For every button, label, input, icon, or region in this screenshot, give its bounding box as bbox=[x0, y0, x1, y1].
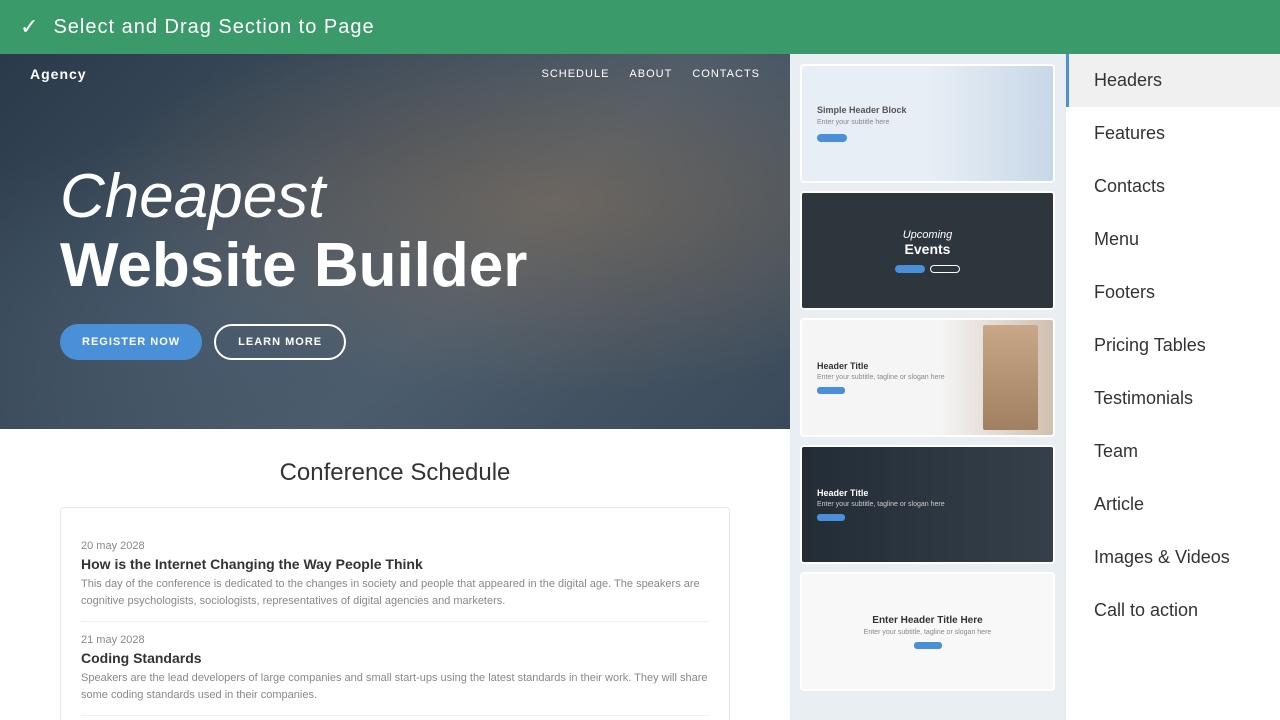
schedule-desc-2: Speakers are the lead developers of larg… bbox=[81, 670, 709, 703]
right-panel: Simple Header Block Enter your subtitle … bbox=[790, 54, 1280, 720]
learn-more-button[interactable]: LEARN MORE bbox=[214, 324, 346, 360]
thumb-5-btn bbox=[914, 642, 942, 649]
schedule-date-1: 20 may 2028 bbox=[81, 540, 709, 552]
category-item-team[interactable]: Team bbox=[1066, 425, 1280, 478]
thumb-2-subtitle: Events bbox=[905, 241, 951, 257]
category-item-images-videos[interactable]: Images & Videos bbox=[1066, 531, 1280, 584]
schedule-item-1: 20 may 2028 How is the Internet Changing… bbox=[81, 528, 709, 622]
thumbnail-image-5: Enter Header Title Here Enter your subti… bbox=[802, 574, 1053, 689]
category-item-footers[interactable]: Footers bbox=[1066, 266, 1280, 319]
thumbnail-card-1[interactable]: Simple Header Block Enter your subtitle … bbox=[800, 64, 1055, 183]
hero-content: Cheapest Website Builder REGISTER NOW LE… bbox=[60, 123, 527, 359]
thumbnail-card-5[interactable]: Enter Header Title Here Enter your subti… bbox=[800, 572, 1055, 691]
hero-nav-links: SCHEDULE ABOUT CONTACTS bbox=[542, 68, 761, 80]
category-item-pricing-tables[interactable]: Pricing Tables bbox=[1066, 319, 1280, 372]
category-item-headers[interactable]: Headers bbox=[1066, 54, 1280, 107]
category-column: Headers Features Contacts Menu Footers P… bbox=[1065, 54, 1280, 720]
hero-brand: Agency bbox=[30, 66, 87, 82]
thumbnail-image-3: Header Title Enter your subtitle, taglin… bbox=[802, 320, 1053, 435]
thumb-4-title: Header Title bbox=[817, 488, 1038, 498]
schedule-event-title-1: How is the Internet Changing the Way Peo… bbox=[81, 556, 709, 572]
thumb-1-btn bbox=[817, 134, 847, 142]
thumbnail-image-2: Upcoming Events bbox=[802, 193, 1053, 308]
nav-link-about[interactable]: ABOUT bbox=[629, 68, 672, 80]
hero-section: Agency SCHEDULE ABOUT CONTACTS Cheapest … bbox=[0, 54, 790, 429]
page-wrapper: ✓ Select and Drag Section to Page Agency… bbox=[0, 0, 1280, 720]
category-item-features[interactable]: Features bbox=[1066, 107, 1280, 160]
schedule-item-2: 21 may 2028 Coding Standards Speakers ar… bbox=[81, 622, 709, 716]
section-title: Conference Schedule bbox=[60, 459, 730, 487]
category-item-call-to-action[interactable]: Call to action bbox=[1066, 584, 1280, 637]
thumbnails-column[interactable]: Simple Header Block Enter your subtitle … bbox=[790, 54, 1065, 720]
thumb-1-title: Simple Header Block bbox=[817, 105, 1038, 115]
register-now-button[interactable]: REGISTER NOW bbox=[60, 324, 202, 360]
thumb-2-btn1 bbox=[895, 265, 925, 273]
thumbnail-card-4[interactable]: Header Title Enter your subtitle, taglin… bbox=[800, 445, 1055, 564]
schedule-desc-1: This day of the conference is dedicated … bbox=[81, 576, 709, 609]
nav-link-schedule[interactable]: SCHEDULE bbox=[542, 68, 610, 80]
check-icon: ✓ bbox=[20, 14, 38, 40]
hero-nav: Agency SCHEDULE ABOUT CONTACTS bbox=[0, 54, 790, 94]
thumbnail-image-1: Simple Header Block Enter your subtitle … bbox=[802, 66, 1053, 181]
hero-buttons: REGISTER NOW LEARN MORE bbox=[60, 324, 527, 360]
schedule-card: 20 may 2028 How is the Internet Changing… bbox=[60, 507, 730, 720]
thumb-2-btn2 bbox=[930, 265, 960, 273]
schedule-item-3: 22 may 2028 Advanced Development Tools W… bbox=[81, 716, 709, 720]
hero-title-bold: Website Builder bbox=[60, 232, 527, 300]
left-panel: Agency SCHEDULE ABOUT CONTACTS Cheapest … bbox=[0, 54, 790, 720]
thumbnail-image-4: Header Title Enter your subtitle, taglin… bbox=[802, 447, 1053, 562]
top-bar-title: Select and Drag Section to Page bbox=[53, 16, 374, 39]
content-section: Conference Schedule 20 may 2028 How is t… bbox=[0, 429, 790, 720]
thumb-4-btn bbox=[817, 514, 845, 521]
thumb-5-title: Enter Header Title Here bbox=[872, 615, 982, 626]
thumbnail-card-2[interactable]: Upcoming Events bbox=[800, 191, 1055, 310]
hero-title-italic: Cheapest bbox=[60, 163, 527, 231]
thumb-2-title: Upcoming bbox=[903, 229, 953, 241]
category-item-article[interactable]: Article bbox=[1066, 478, 1280, 531]
main-content: Agency SCHEDULE ABOUT CONTACTS Cheapest … bbox=[0, 54, 1280, 720]
schedule-date-2: 21 may 2028 bbox=[81, 634, 709, 646]
category-item-testimonials[interactable]: Testimonials bbox=[1066, 372, 1280, 425]
thumb-3-btn bbox=[817, 387, 845, 394]
schedule-event-title-2: Coding Standards bbox=[81, 650, 709, 666]
nav-link-contacts[interactable]: CONTACTS bbox=[692, 68, 760, 80]
top-bar: ✓ Select and Drag Section to Page bbox=[0, 0, 1280, 54]
category-item-menu[interactable]: Menu bbox=[1066, 213, 1280, 266]
thumb-5-subtitle: Enter your subtitle, tagline or slogan h… bbox=[864, 629, 992, 636]
thumb-3-person bbox=[983, 325, 1038, 430]
category-item-contacts[interactable]: Contacts bbox=[1066, 160, 1280, 213]
thumb-2-buttons bbox=[895, 265, 960, 273]
thumb-1-subtitle: Enter your subtitle here bbox=[817, 119, 1038, 126]
thumbnail-card-3[interactable]: Header Title Enter your subtitle, taglin… bbox=[800, 318, 1055, 437]
thumb-4-subtitle: Enter your subtitle, tagline or slogan h… bbox=[817, 501, 1038, 508]
